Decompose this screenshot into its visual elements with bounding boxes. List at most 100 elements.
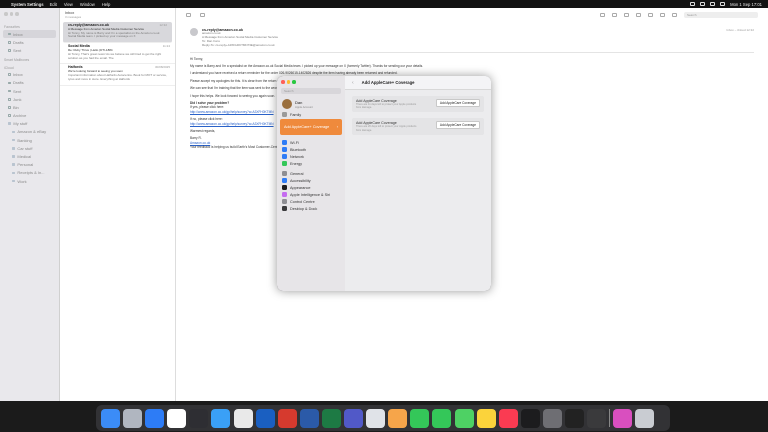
- music-icon[interactable]: [498, 408, 518, 428]
- finder-icon[interactable]: [101, 408, 120, 428]
- siri-icon: [282, 192, 287, 197]
- facetime-icon[interactable]: [432, 408, 452, 428]
- acrobat-icon[interactable]: [277, 408, 297, 428]
- filter-icon[interactable]: [200, 13, 205, 17]
- teams-icon[interactable]: [344, 408, 364, 428]
- calendar-icon[interactable]: [167, 408, 187, 428]
- sidebar-item-control-centre[interactable]: Control Centre: [277, 198, 345, 205]
- archive-icon[interactable]: [600, 13, 605, 17]
- back-icon[interactable]: ‹: [352, 80, 354, 86]
- messages-icon[interactable]: [454, 408, 474, 428]
- sidebar-item-drafts-icloud[interactable]: Drafts: [0, 79, 59, 87]
- sidebar-item-bluetooth[interactable]: Bluetooth: [277, 146, 345, 153]
- sidebar-item-siri[interactable]: Apple Intelligence & Siri: [277, 191, 345, 198]
- reply-icon[interactable]: [636, 13, 641, 17]
- sidebar-item-receipts[interactable]: Receipts & In...: [0, 169, 59, 177]
- battery-icon[interactable]: [690, 2, 696, 6]
- sidebar-item-general[interactable]: General: [277, 170, 345, 177]
- message-list-header: Inbox 3 messages: [60, 8, 175, 22]
- menu-view[interactable]: View: [64, 2, 73, 7]
- message-count: 3 messages: [65, 15, 82, 19]
- sidebar-item-medical[interactable]: Medical: [0, 152, 59, 160]
- wifi-icon: [282, 140, 287, 145]
- downloads-icon[interactable]: [612, 408, 632, 428]
- window-controls: [4, 12, 19, 16]
- compose-icon[interactable]: [186, 13, 191, 17]
- excel-icon[interactable]: [321, 408, 341, 428]
- menu-window[interactable]: Window: [80, 2, 95, 7]
- sidebar-item-inbox-icloud[interactable]: Inbox: [0, 71, 59, 79]
- flag-icon[interactable]: [672, 13, 677, 17]
- zoom-button[interactable]: [292, 80, 296, 84]
- sidebar-item-junk[interactable]: Junk: [0, 95, 59, 103]
- sidebar-item-wifi[interactable]: Wi-Fi: [277, 139, 345, 146]
- sidebar-item-network[interactable]: Network: [277, 153, 345, 160]
- close-button[interactable]: [281, 80, 285, 84]
- sidebar-item-my-stuff[interactable]: My stuff: [0, 120, 59, 128]
- sidebar-item-sent[interactable]: Sent: [0, 46, 59, 54]
- control-centre-icon[interactable]: [720, 2, 726, 6]
- sidebar-item-accessibility[interactable]: Accessibility: [277, 177, 345, 184]
- sidebar-item-drafts[interactable]: Drafts: [0, 38, 59, 46]
- word-icon[interactable]: [299, 408, 319, 428]
- whatsapp-icon[interactable]: [410, 408, 430, 428]
- launchpad-icon[interactable]: [123, 408, 143, 428]
- settings-icon[interactable]: [189, 408, 209, 428]
- add-applecare-button[interactable]: Add AppleCare Coverage: [435, 99, 480, 107]
- sidebar-item-amazon[interactable]: Amazon & eBay: [0, 128, 59, 136]
- menu-bar: System Settings Edit View Window Help Mo…: [0, 0, 768, 8]
- mail-toolbar: Search: [176, 8, 768, 22]
- sidebar-item-archive[interactable]: Archive: [0, 112, 59, 120]
- sidebar-item-energy[interactable]: Energy: [277, 160, 345, 167]
- status-area: Mon 1 Sep 17:01: [690, 2, 762, 7]
- piano-icon[interactable]: [564, 408, 584, 428]
- menu-edit[interactable]: Edit: [50, 2, 57, 7]
- search-icon[interactable]: [710, 2, 716, 6]
- sidebar-item-banking[interactable]: Banking: [0, 136, 59, 144]
- sidebar-item-appearance[interactable]: Appearance: [277, 184, 345, 191]
- notes-icon[interactable]: [476, 408, 496, 428]
- zoom-button[interactable]: [15, 12, 19, 16]
- add-applecare-button[interactable]: Add AppleCare Coverage: [435, 121, 480, 129]
- sidebar-item-desktop-dock[interactable]: Desktop & Dock: [277, 205, 345, 212]
- junk-icon[interactable]: [624, 13, 629, 17]
- apple-tv-icon[interactable]: [520, 408, 540, 428]
- list-item[interactable]: Social Media 11:24 Re: Ruby Thrus | Hello…: [60, 43, 175, 65]
- sidebar-item-inbox[interactable]: Inbox: [3, 30, 56, 39]
- sidebar-item-work[interactable]: Work: [0, 177, 59, 185]
- voice-memos-icon[interactable]: [587, 408, 607, 428]
- settings-search-input[interactable]: Search: [281, 88, 341, 94]
- calculator-icon[interactable]: [366, 408, 386, 428]
- app-store-icon[interactable]: [145, 408, 165, 428]
- trash-icon[interactable]: [612, 13, 617, 17]
- forward-icon[interactable]: [660, 13, 665, 17]
- mail-icon[interactable]: [211, 408, 231, 428]
- search-input[interactable]: Search: [684, 12, 758, 18]
- settings-content: ‹ Add AppleCare+ Coverage Add AppleCare …: [345, 76, 491, 291]
- apple-account[interactable]: Dan Apple Account: [277, 97, 345, 111]
- minimize-button[interactable]: [9, 12, 13, 16]
- close-button[interactable]: [4, 12, 8, 16]
- photos-icon[interactable]: [388, 408, 408, 428]
- minimize-button[interactable]: [286, 80, 290, 84]
- system-settings-icon[interactable]: [542, 408, 562, 428]
- sidebar-item-sent-icloud[interactable]: Sent: [0, 87, 59, 95]
- sidebar-item-applecare[interactable]: Add AppleCare+ Coverage ›: [280, 119, 342, 135]
- menu-help[interactable]: Help: [102, 2, 111, 7]
- family-icon: [282, 112, 287, 117]
- list-item[interactable]: cs-reply@amazon.co.uk 12:32 A Message fro…: [63, 22, 172, 44]
- sidebar-item-car[interactable]: Car stuff: [0, 144, 59, 152]
- sidebar-item-family[interactable]: Family: [277, 111, 345, 118]
- wifi-icon[interactable]: [700, 2, 706, 6]
- inbox-icon: [8, 32, 11, 36]
- appearance-icon: [282, 185, 287, 190]
- sidebar-item-bin[interactable]: Bin: [0, 103, 59, 111]
- clock[interactable]: Mon 1 Sep 17:01: [730, 2, 762, 7]
- trash-icon[interactable]: [634, 408, 654, 428]
- outlook-icon[interactable]: [255, 408, 275, 428]
- reply-all-icon[interactable]: [648, 13, 653, 17]
- chrome-icon[interactable]: [233, 408, 253, 428]
- list-item[interactable]: Halfords 30/08/2025 We're looking forward…: [60, 64, 175, 86]
- sidebar-item-personal[interactable]: Personal: [0, 161, 59, 169]
- app-menu[interactable]: System Settings: [11, 2, 44, 7]
